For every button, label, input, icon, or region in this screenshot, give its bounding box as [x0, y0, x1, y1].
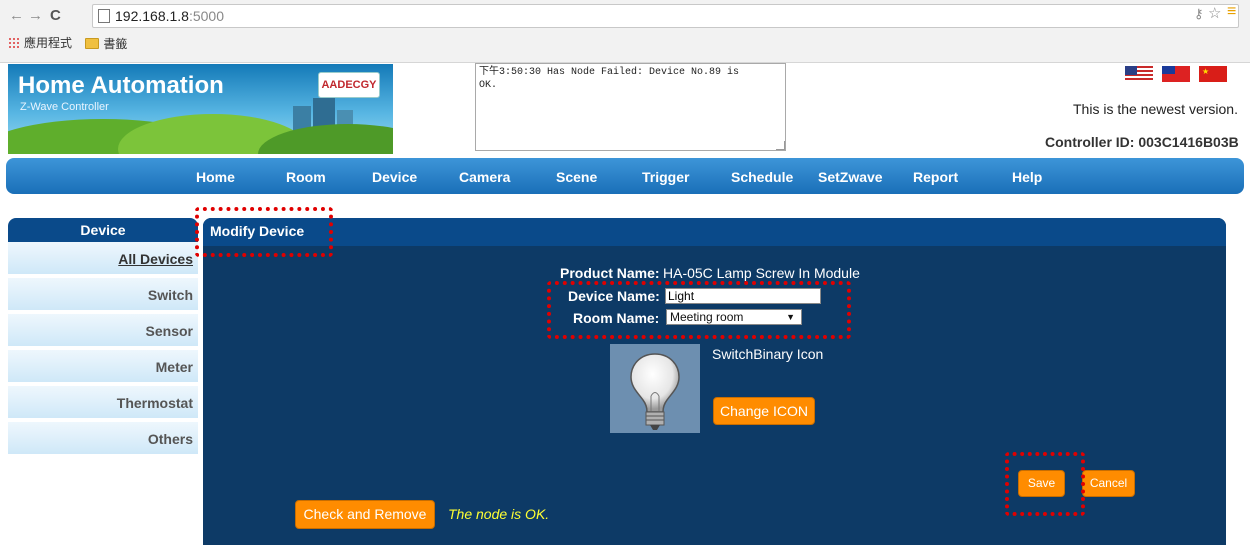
nav-device[interactable]: Device [372, 169, 417, 185]
browser-toolbar: ← → C 192.168.1.8:5000 ⚷ ☆ ≡ 應用程式 書籤 [0, 0, 1250, 63]
cancel-button[interactable]: Cancel [1082, 470, 1135, 497]
home-automation-banner: Home Automation Z-Wave Controller AADECG… [8, 64, 393, 154]
highlight-save-button [1005, 452, 1085, 516]
product-name-value: HA-05C Lamp Screw In Module [663, 265, 860, 281]
controller-id: Controller ID: 003C1416B03B [1045, 134, 1239, 150]
version-status: This is the newest version. [1073, 101, 1238, 117]
url-text: 192.168.1.8:5000 [115, 8, 225, 24]
device-sidebar: Device All Devices Switch Sensor Meter T… [8, 218, 198, 462]
product-name-label: Product Name: [560, 265, 660, 281]
nav-trigger[interactable]: Trigger [642, 169, 689, 185]
highlight-name-fields [547, 281, 851, 339]
sidebar-item-switch[interactable]: Switch [8, 278, 198, 312]
sidebar-item-meter[interactable]: Meter [8, 350, 198, 384]
bookmark-folder[interactable]: 書籤 [85, 35, 127, 52]
highlight-panel-title [195, 207, 333, 257]
folder-icon [85, 37, 100, 49]
flag-us-icon[interactable] [1125, 66, 1153, 82]
main-nav: Home Room Device Camera Scene Trigger Sc… [6, 158, 1244, 194]
event-log-textarea[interactable]: 下午3:50:30 Has Node Failed: Device No.89 … [475, 63, 786, 151]
device-icon-preview [610, 344, 700, 433]
sidebar-item-sensor[interactable]: Sensor [8, 314, 198, 348]
flag-canton [1125, 66, 1137, 75]
bookmark-apps-label: 應用程式 [24, 36, 73, 50]
banner-subtitle: Z-Wave Controller [20, 101, 109, 113]
sidebar-title: Device [8, 218, 198, 242]
page-icon [98, 9, 110, 23]
nav-report[interactable]: Report [913, 169, 958, 185]
flag-canton [1162, 66, 1175, 74]
sidebar-item-others[interactable]: Others [8, 422, 198, 456]
nav-schedule[interactable]: Schedule [731, 169, 793, 185]
panel-header: Modify Device [203, 218, 1226, 246]
star-icon[interactable]: ☆ [1208, 4, 1221, 22]
menu-icon[interactable]: ≡ [1227, 3, 1236, 21]
bookmark-apps[interactable]: 應用程式 [8, 34, 72, 51]
banner-title: Home Automation [18, 72, 224, 99]
address-bar[interactable]: 192.168.1.8:5000 [92, 4, 1239, 28]
node-status-text: The node is OK. [448, 506, 550, 522]
nav-scene[interactable]: Scene [556, 169, 597, 185]
check-and-remove-button[interactable]: Check and Remove [295, 500, 435, 529]
back-arrow-icon[interactable]: ← [9, 7, 24, 24]
nav-home[interactable]: Home [196, 169, 235, 185]
flag-cn-icon[interactable]: ★ [1199, 66, 1227, 82]
sidebar-item-all-devices[interactable]: All Devices [8, 242, 198, 276]
nav-setzwave[interactable]: SetZwave [818, 169, 883, 185]
bookmark-folder-label: 書籤 [103, 36, 128, 51]
bookmarks-bar: 應用程式 書籤 [8, 34, 137, 52]
flag-star: ★ [1202, 67, 1210, 76]
apps-grid-icon [8, 36, 20, 49]
lightbulb-icon [630, 353, 680, 430]
brand-logo: AADECGY [318, 72, 380, 98]
reload-icon[interactable]: C [50, 7, 61, 24]
nav-room[interactable]: Room [286, 169, 326, 185]
nav-help[interactable]: Help [1012, 169, 1042, 185]
sidebar-item-thermostat[interactable]: Thermostat [8, 386, 198, 420]
resize-grip-icon[interactable] [776, 141, 785, 150]
key-icon[interactable]: ⚷ [1194, 6, 1204, 22]
nav-camera[interactable]: Camera [459, 169, 510, 185]
flag-tw-icon[interactable] [1162, 66, 1190, 82]
change-icon-button[interactable]: Change ICON [713, 397, 815, 425]
forward-arrow-icon[interactable]: → [28, 7, 43, 24]
icon-type-label: SwitchBinary Icon [712, 346, 824, 362]
